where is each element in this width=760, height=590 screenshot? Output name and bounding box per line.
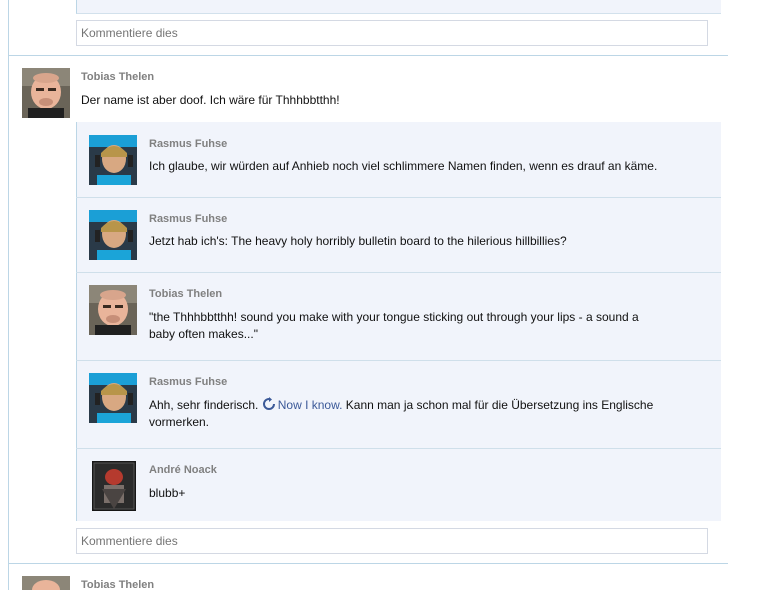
reply-separator (76, 272, 721, 273)
reply-author[interactable]: Tobias Thelen (149, 288, 222, 300)
comment-input[interactable] (76, 20, 708, 46)
post-author[interactable]: Tobias Thelen (81, 71, 154, 83)
thread-left-rule (8, 0, 9, 590)
post-separator (8, 55, 728, 56)
avatar-andre[interactable] (92, 461, 136, 511)
reply-text-line: baby often makes..." (149, 327, 258, 341)
reply-author[interactable]: Rasmus Fuhse (149, 138, 227, 150)
previous-thread-tail (76, 0, 721, 14)
reply-text: Ahh, sehr finderisch. Now I know. Kann m… (149, 397, 719, 431)
post-separator (8, 563, 728, 564)
reply-text: blubb+ (149, 486, 186, 500)
avatar-tobias[interactable] (89, 285, 137, 335)
avatar-rasmus[interactable] (89, 135, 137, 185)
reply-separator (76, 197, 721, 198)
now-i-know-link[interactable]: Now I know. (262, 397, 343, 412)
reply-text-after: Kann man ja schon mal für die Übersetzun… (345, 398, 654, 412)
reply-text-line: Ahh, sehr finderisch. Now I know. Kann m… (149, 397, 719, 414)
reply-text-line: vormerken. (149, 415, 210, 429)
reply-separator (76, 448, 721, 449)
next-post-author[interactable]: Tobias Thelen (81, 579, 154, 590)
avatar-rasmus[interactable] (89, 210, 137, 260)
post-text: Der name ist aber doof. Ich wäre für Thh… (81, 93, 340, 107)
reply-text-line: "the Thhhbbtthh! sound you make with you… (149, 310, 639, 324)
reply-text-before: Ahh, sehr finderisch. (149, 398, 259, 412)
reload-icon (262, 397, 275, 410)
reply-text: Jetzt hab ich's: The heavy holy horribly… (149, 234, 567, 248)
reply-separator (76, 360, 721, 361)
avatar-tobias[interactable] (22, 576, 70, 590)
comment-input[interactable] (76, 528, 708, 554)
reply-text: Ich glaube, wir würden auf Anhieb noch v… (149, 159, 658, 173)
avatar-rasmus[interactable] (89, 373, 137, 423)
avatar-tobias[interactable] (22, 68, 70, 118)
reply-author[interactable]: Rasmus Fuhse (149, 376, 227, 388)
reply-text: "the Thhhbbtthh! sound you make with you… (149, 309, 709, 343)
reply-author[interactable]: André Noack (149, 464, 217, 476)
now-i-know-label[interactable]: Now I know. (278, 398, 343, 412)
reply-author[interactable]: Rasmus Fuhse (149, 213, 227, 225)
